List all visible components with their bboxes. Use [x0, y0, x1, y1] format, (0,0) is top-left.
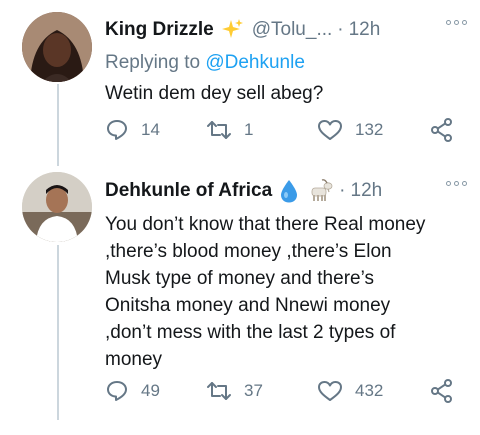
- user-handle[interactable]: @Tolu_...: [252, 19, 333, 41]
- thread-line: [57, 84, 59, 166]
- share-icon: [429, 378, 455, 404]
- tweet-text: Wetin dem dey sell abeg?: [105, 83, 324, 104]
- display-name[interactable]: Dehkunle of Africa: [105, 180, 272, 202]
- share-button[interactable]: [429, 114, 455, 146]
- sparkles-icon: [220, 18, 244, 42]
- tweet-text-line: You don’t know that there Real money: [105, 214, 426, 235]
- avatar[interactable]: [22, 12, 92, 82]
- reply-icon: [105, 118, 129, 142]
- tweet-actions: 14 1 132: [105, 114, 467, 146]
- share-button[interactable]: [429, 375, 455, 407]
- replying-prefix: Replying to: [105, 52, 201, 73]
- like-count: 132: [355, 120, 384, 139]
- like-button[interactable]: 432: [317, 375, 383, 407]
- replying-to: Replying to @Dehkunle: [105, 52, 467, 74]
- retweet-count: 37: [244, 381, 263, 400]
- share-icon: [429, 117, 455, 143]
- timestamp[interactable]: 12h: [349, 19, 381, 41]
- like-button[interactable]: 132: [317, 114, 383, 146]
- tweet-actions: 49 37 432: [105, 375, 467, 407]
- mention-link[interactable]: @Dehkunle: [205, 52, 305, 73]
- reply-button[interactable]: 49: [105, 375, 160, 407]
- separator-dot: ·: [337, 19, 344, 40]
- like-count: 432: [355, 381, 384, 400]
- avatar[interactable]: [22, 172, 92, 242]
- tweet-text-line: money: [105, 349, 163, 370]
- tweet-text-line: Musk type of money and there’s: [105, 268, 374, 289]
- tweet[interactable]: King Drizzle @Tolu_... · 12h Replying to…: [105, 12, 467, 107]
- thread-line: [57, 245, 59, 420]
- timestamp[interactable]: 12h: [351, 180, 383, 202]
- separator-dot: ·: [339, 180, 346, 201]
- droplet-icon: [278, 178, 300, 204]
- retweet-icon: [206, 118, 232, 142]
- tweet-text: You don’t know that there Real money ,th…: [105, 211, 467, 373]
- display-name[interactable]: King Drizzle: [105, 19, 214, 41]
- heart-icon: [317, 118, 343, 142]
- retweet-button[interactable]: 1: [206, 114, 253, 146]
- more-options-icon[interactable]: [446, 181, 467, 186]
- reply-icon: [105, 379, 129, 403]
- reply-count: 49: [141, 381, 160, 400]
- more-options-icon[interactable]: [446, 20, 467, 25]
- retweet-button[interactable]: 37: [206, 375, 263, 407]
- tweet-text-line: ,there’s blood money ,there’s Elon: [105, 241, 392, 262]
- reply-button[interactable]: 14: [105, 114, 160, 146]
- tweet-text-line: ,don’t mess with the last 2 types of: [105, 322, 396, 343]
- retweet-icon: [206, 379, 232, 403]
- retweet-count: 1: [244, 120, 254, 139]
- reply-count: 14: [141, 120, 160, 139]
- heart-icon: [317, 379, 343, 403]
- goat-icon: [306, 178, 334, 204]
- tweet[interactable]: Dehkunle of Africa · 12h You don’t know …: [105, 173, 467, 373]
- tweet-text-line: Onitsha money and Nnewi money: [105, 295, 391, 316]
